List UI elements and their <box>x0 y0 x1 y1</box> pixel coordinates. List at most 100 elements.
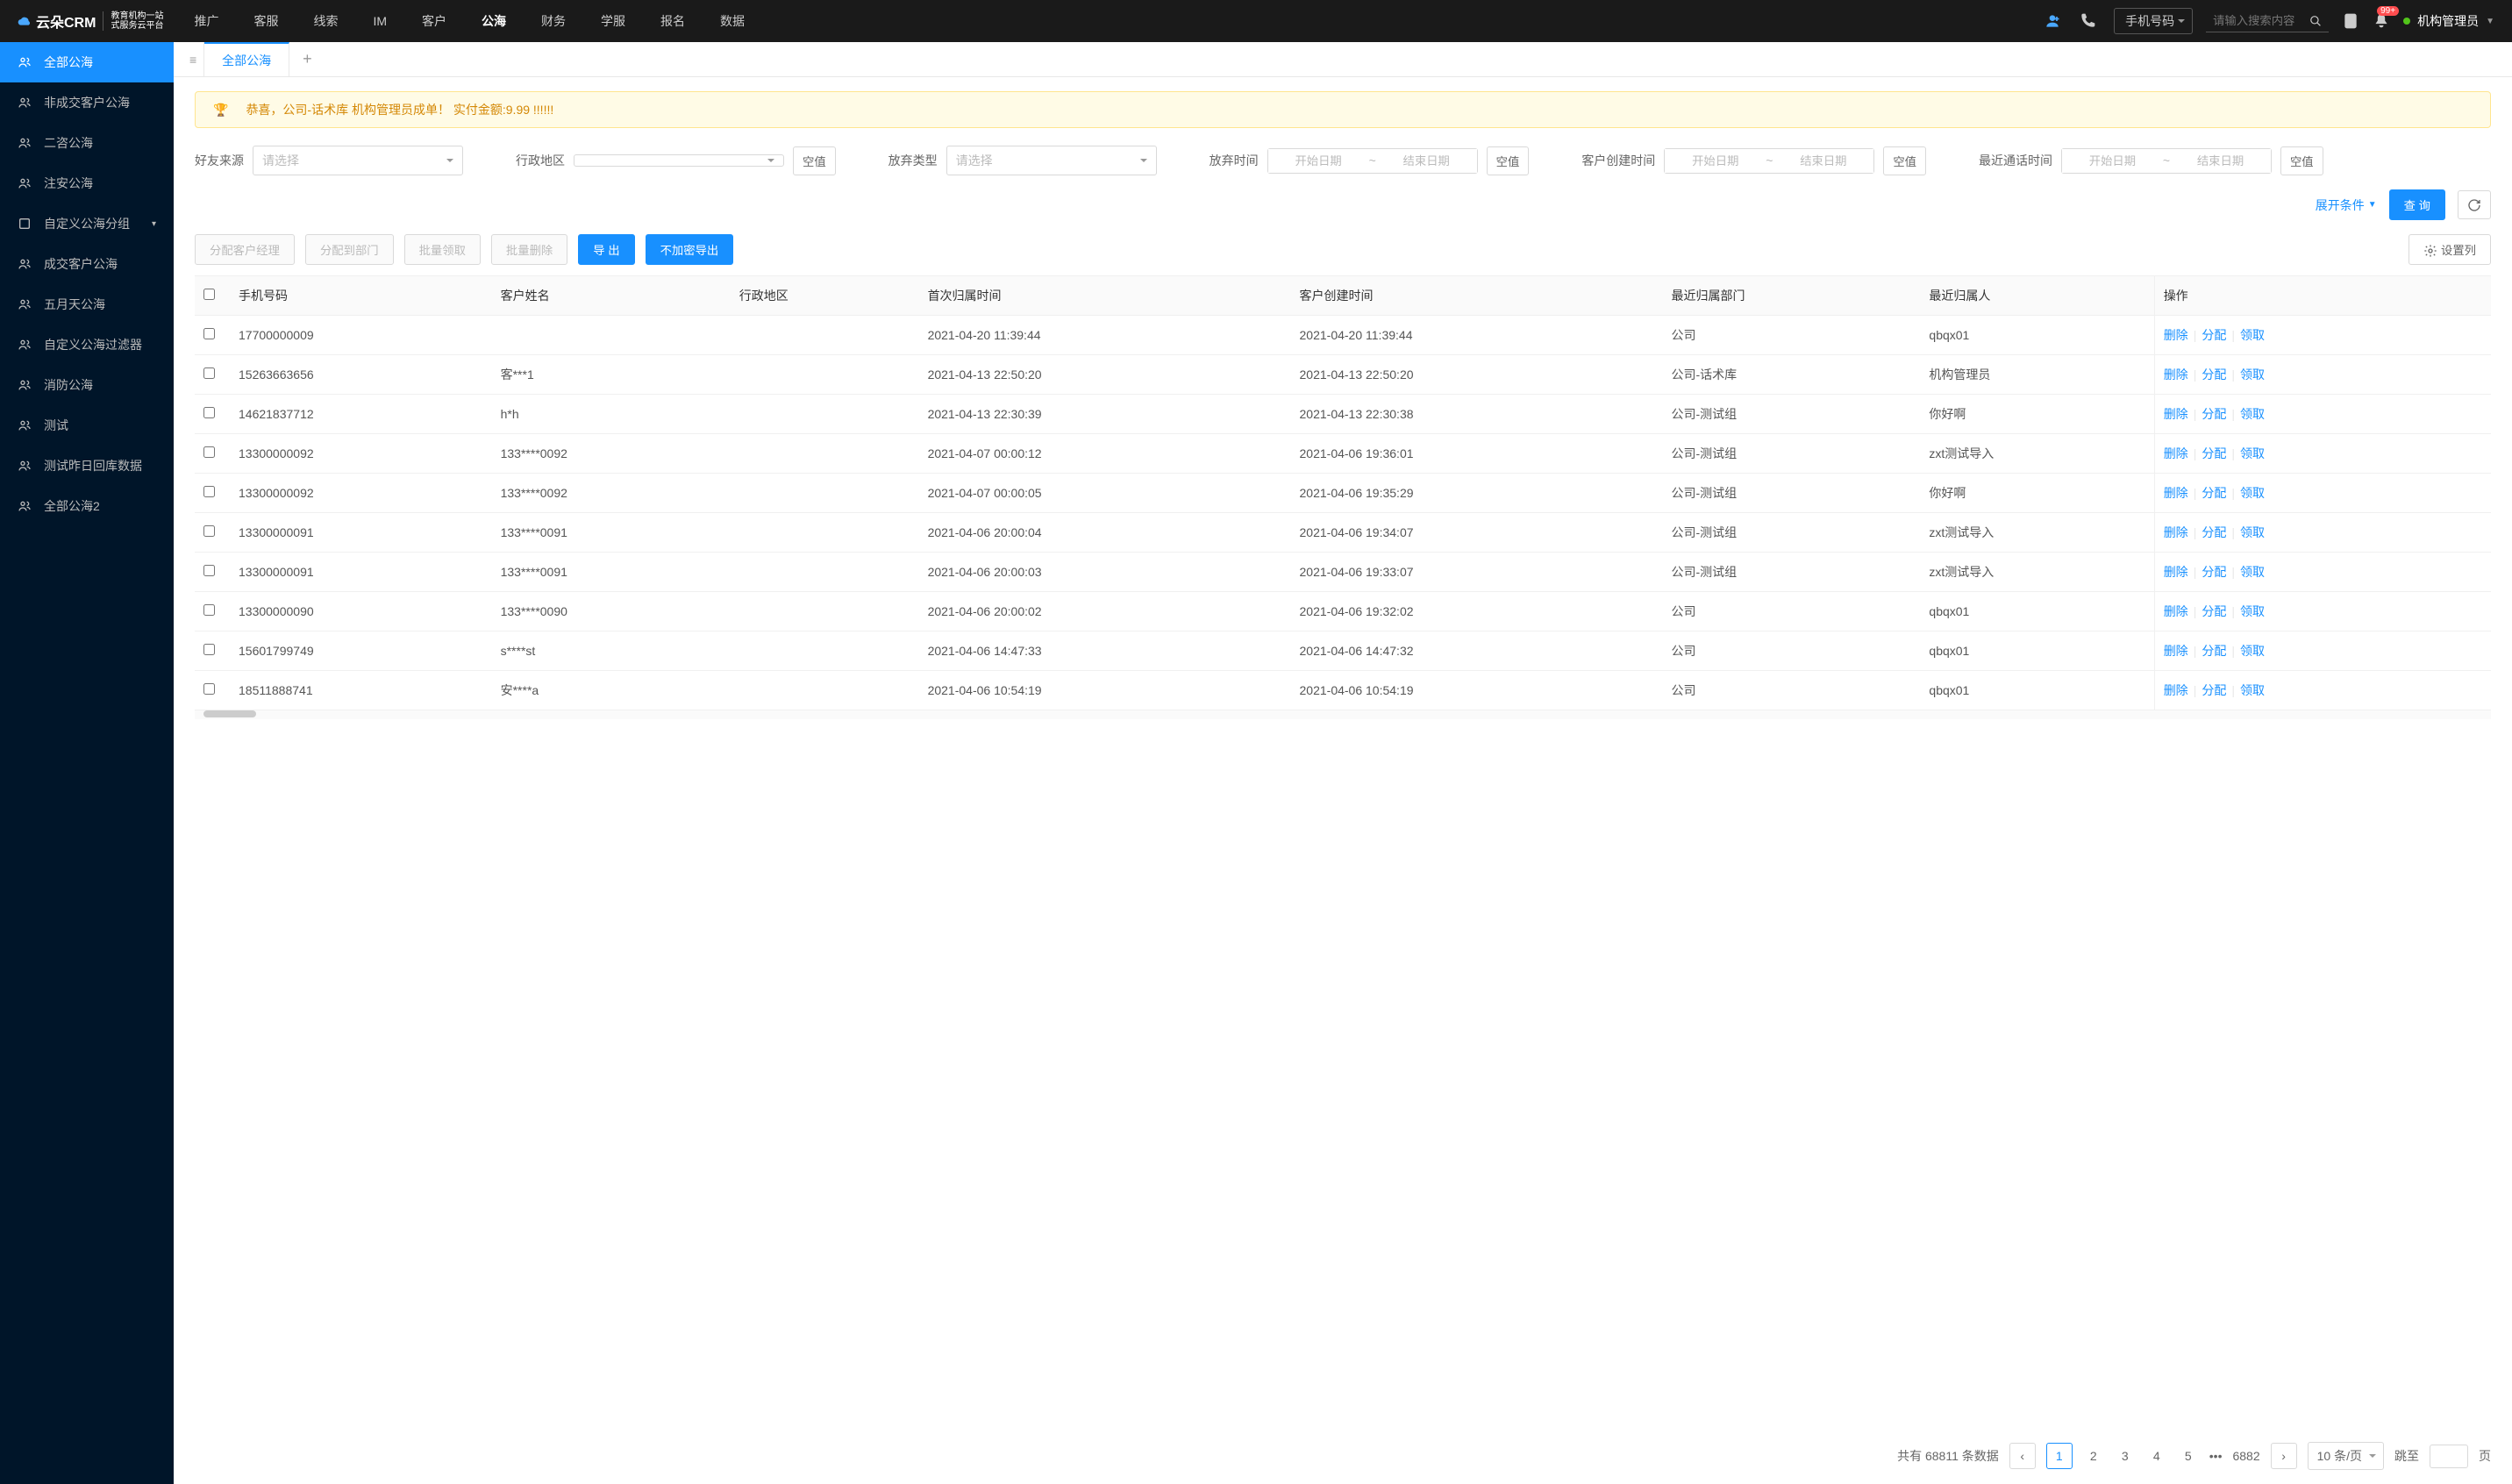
row-assign-link[interactable]: 分配 <box>2202 525 2226 539</box>
row-checkbox[interactable] <box>203 328 215 339</box>
nav-item-8[interactable]: 报名 <box>656 0 689 42</box>
row-delete-link[interactable]: 删除 <box>2164 565 2188 579</box>
sidebar-item-5[interactable]: 成交客户公海 <box>0 244 174 284</box>
query-button[interactable]: 查 询 <box>2389 189 2445 220</box>
abandon-start-input[interactable] <box>1268 149 1369 173</box>
page-number-2[interactable]: 2 <box>2083 1449 2104 1463</box>
row-delete-link[interactable]: 删除 <box>2164 486 2188 500</box>
region-select[interactable] <box>574 154 784 167</box>
sidebar-item-6[interactable]: 五月天公海 <box>0 284 174 325</box>
select-all-checkbox[interactable] <box>203 289 215 300</box>
row-claim-link[interactable]: 领取 <box>2240 486 2265 500</box>
assign-manager-button[interactable]: 分配客户经理 <box>195 234 295 265</box>
phone-icon[interactable] <box>2079 12 2096 30</box>
last-call-range[interactable]: ~ <box>2061 148 2272 174</box>
row-delete-link[interactable]: 删除 <box>2164 328 2188 342</box>
nav-item-3[interactable]: IM <box>368 0 391 42</box>
region-empty-button[interactable]: 空值 <box>793 146 836 175</box>
nav-item-1[interactable]: 客服 <box>249 0 282 42</box>
contact-icon[interactable] <box>2044 12 2061 30</box>
abandon-type-select[interactable]: 请选择 <box>946 146 1157 175</box>
row-checkbox[interactable] <box>203 486 215 497</box>
search-type-select[interactable]: 手机号码 <box>2114 8 2193 34</box>
row-assign-link[interactable]: 分配 <box>2202 446 2226 460</box>
row-delete-link[interactable]: 删除 <box>2164 604 2188 618</box>
nav-item-6[interactable]: 财务 <box>537 0 570 42</box>
abandon-end-input[interactable] <box>1376 149 1477 173</box>
row-assign-link[interactable]: 分配 <box>2202 644 2226 658</box>
row-checkbox[interactable] <box>203 525 215 537</box>
jump-page-input[interactable] <box>2430 1445 2468 1468</box>
row-claim-link[interactable]: 领取 <box>2240 644 2265 658</box>
user-menu[interactable]: 机构管理员 ▼ <box>2403 12 2494 30</box>
row-delete-link[interactable]: 删除 <box>2164 683 2188 697</box>
sidebar-item-4[interactable]: 自定义公海分组▾ <box>0 203 174 244</box>
row-delete-link[interactable]: 删除 <box>2164 367 2188 382</box>
row-checkbox[interactable] <box>203 683 215 695</box>
row-assign-link[interactable]: 分配 <box>2202 683 2226 697</box>
row-assign-link[interactable]: 分配 <box>2202 328 2226 342</box>
nav-item-2[interactable]: 线索 <box>309 0 342 42</box>
page-ellipsis[interactable]: ••• <box>2209 1449 2223 1463</box>
source-select[interactable]: 请选择 <box>253 146 463 175</box>
tab-add-button[interactable]: + <box>289 50 325 68</box>
row-claim-link[interactable]: 领取 <box>2240 683 2265 697</box>
row-assign-link[interactable]: 分配 <box>2202 367 2226 382</box>
row-assign-link[interactable]: 分配 <box>2202 486 2226 500</box>
sidebar-item-3[interactable]: 注安公海 <box>0 163 174 203</box>
sidebar-item-11[interactable]: 全部公海2 <box>0 486 174 526</box>
tablet-icon[interactable] <box>2342 12 2359 30</box>
sidebar-item-9[interactable]: 测试 <box>0 405 174 446</box>
batch-delete-button[interactable]: 批量删除 <box>491 234 567 265</box>
row-assign-link[interactable]: 分配 <box>2202 604 2226 618</box>
row-delete-link[interactable]: 删除 <box>2164 407 2188 421</box>
prev-page-button[interactable]: ‹ <box>2009 1443 2036 1469</box>
row-assign-link[interactable]: 分配 <box>2202 407 2226 421</box>
export-plain-button[interactable]: 不加密导出 <box>646 234 734 265</box>
page-number-1[interactable]: 1 <box>2046 1443 2073 1469</box>
horizontal-scrollbar[interactable] <box>195 710 2491 719</box>
row-checkbox[interactable] <box>203 367 215 379</box>
row-claim-link[interactable]: 领取 <box>2240 407 2265 421</box>
tab-all-pool[interactable]: 全部公海 <box>204 42 289 76</box>
nav-item-9[interactable]: 数据 <box>716 0 749 42</box>
abandon-time-range[interactable]: ~ <box>1267 148 1478 174</box>
refresh-button[interactable] <box>2458 190 2491 218</box>
sidebar-item-1[interactable]: 非成交客户公海 <box>0 82 174 123</box>
config-columns-button[interactable]: 设置列 <box>2409 234 2491 265</box>
tabs-toggle-icon[interactable]: ≡ <box>182 42 204 76</box>
row-assign-link[interactable]: 分配 <box>2202 565 2226 579</box>
page-number-5[interactable]: 5 <box>2178 1449 2199 1463</box>
row-claim-link[interactable]: 领取 <box>2240 604 2265 618</box>
abandon-time-empty-button[interactable]: 空值 <box>1487 146 1530 175</box>
create-start-input[interactable] <box>1665 149 1766 173</box>
export-button[interactable]: 导 出 <box>578 234 634 265</box>
lastcall-start-input[interactable] <box>2062 149 2163 173</box>
nav-item-0[interactable]: 推广 <box>189 0 223 42</box>
search-input[interactable] <box>2213 14 2309 27</box>
assign-dept-button[interactable]: 分配到部门 <box>305 234 394 265</box>
page-number-4[interactable]: 4 <box>2146 1449 2167 1463</box>
create-end-input[interactable] <box>1773 149 1873 173</box>
expand-filters-link[interactable]: 展开条件 ▼ <box>2316 196 2377 214</box>
row-checkbox[interactable] <box>203 565 215 576</box>
create-time-range[interactable]: ~ <box>1664 148 1874 174</box>
page-number-3[interactable]: 3 <box>2115 1449 2136 1463</box>
page-size-select[interactable]: 10 条/页 <box>2308 1442 2384 1470</box>
row-checkbox[interactable] <box>203 604 215 616</box>
row-delete-link[interactable]: 删除 <box>2164 525 2188 539</box>
row-checkbox[interactable] <box>203 446 215 458</box>
row-claim-link[interactable]: 领取 <box>2240 446 2265 460</box>
row-claim-link[interactable]: 领取 <box>2240 565 2265 579</box>
last-page-button[interactable]: 6882 <box>2232 1449 2259 1463</box>
row-checkbox[interactable] <box>203 644 215 655</box>
next-page-button[interactable]: › <box>2271 1443 2297 1469</box>
notification-bell[interactable]: 99+ <box>2373 11 2390 32</box>
row-claim-link[interactable]: 领取 <box>2240 328 2265 342</box>
batch-claim-button[interactable]: 批量领取 <box>404 234 481 265</box>
create-time-empty-button[interactable]: 空值 <box>1883 146 1926 175</box>
sidebar-item-0[interactable]: 全部公海 <box>0 42 174 82</box>
nav-item-7[interactable]: 学服 <box>596 0 630 42</box>
row-claim-link[interactable]: 领取 <box>2240 367 2265 382</box>
nav-item-4[interactable]: 客户 <box>417 0 451 42</box>
